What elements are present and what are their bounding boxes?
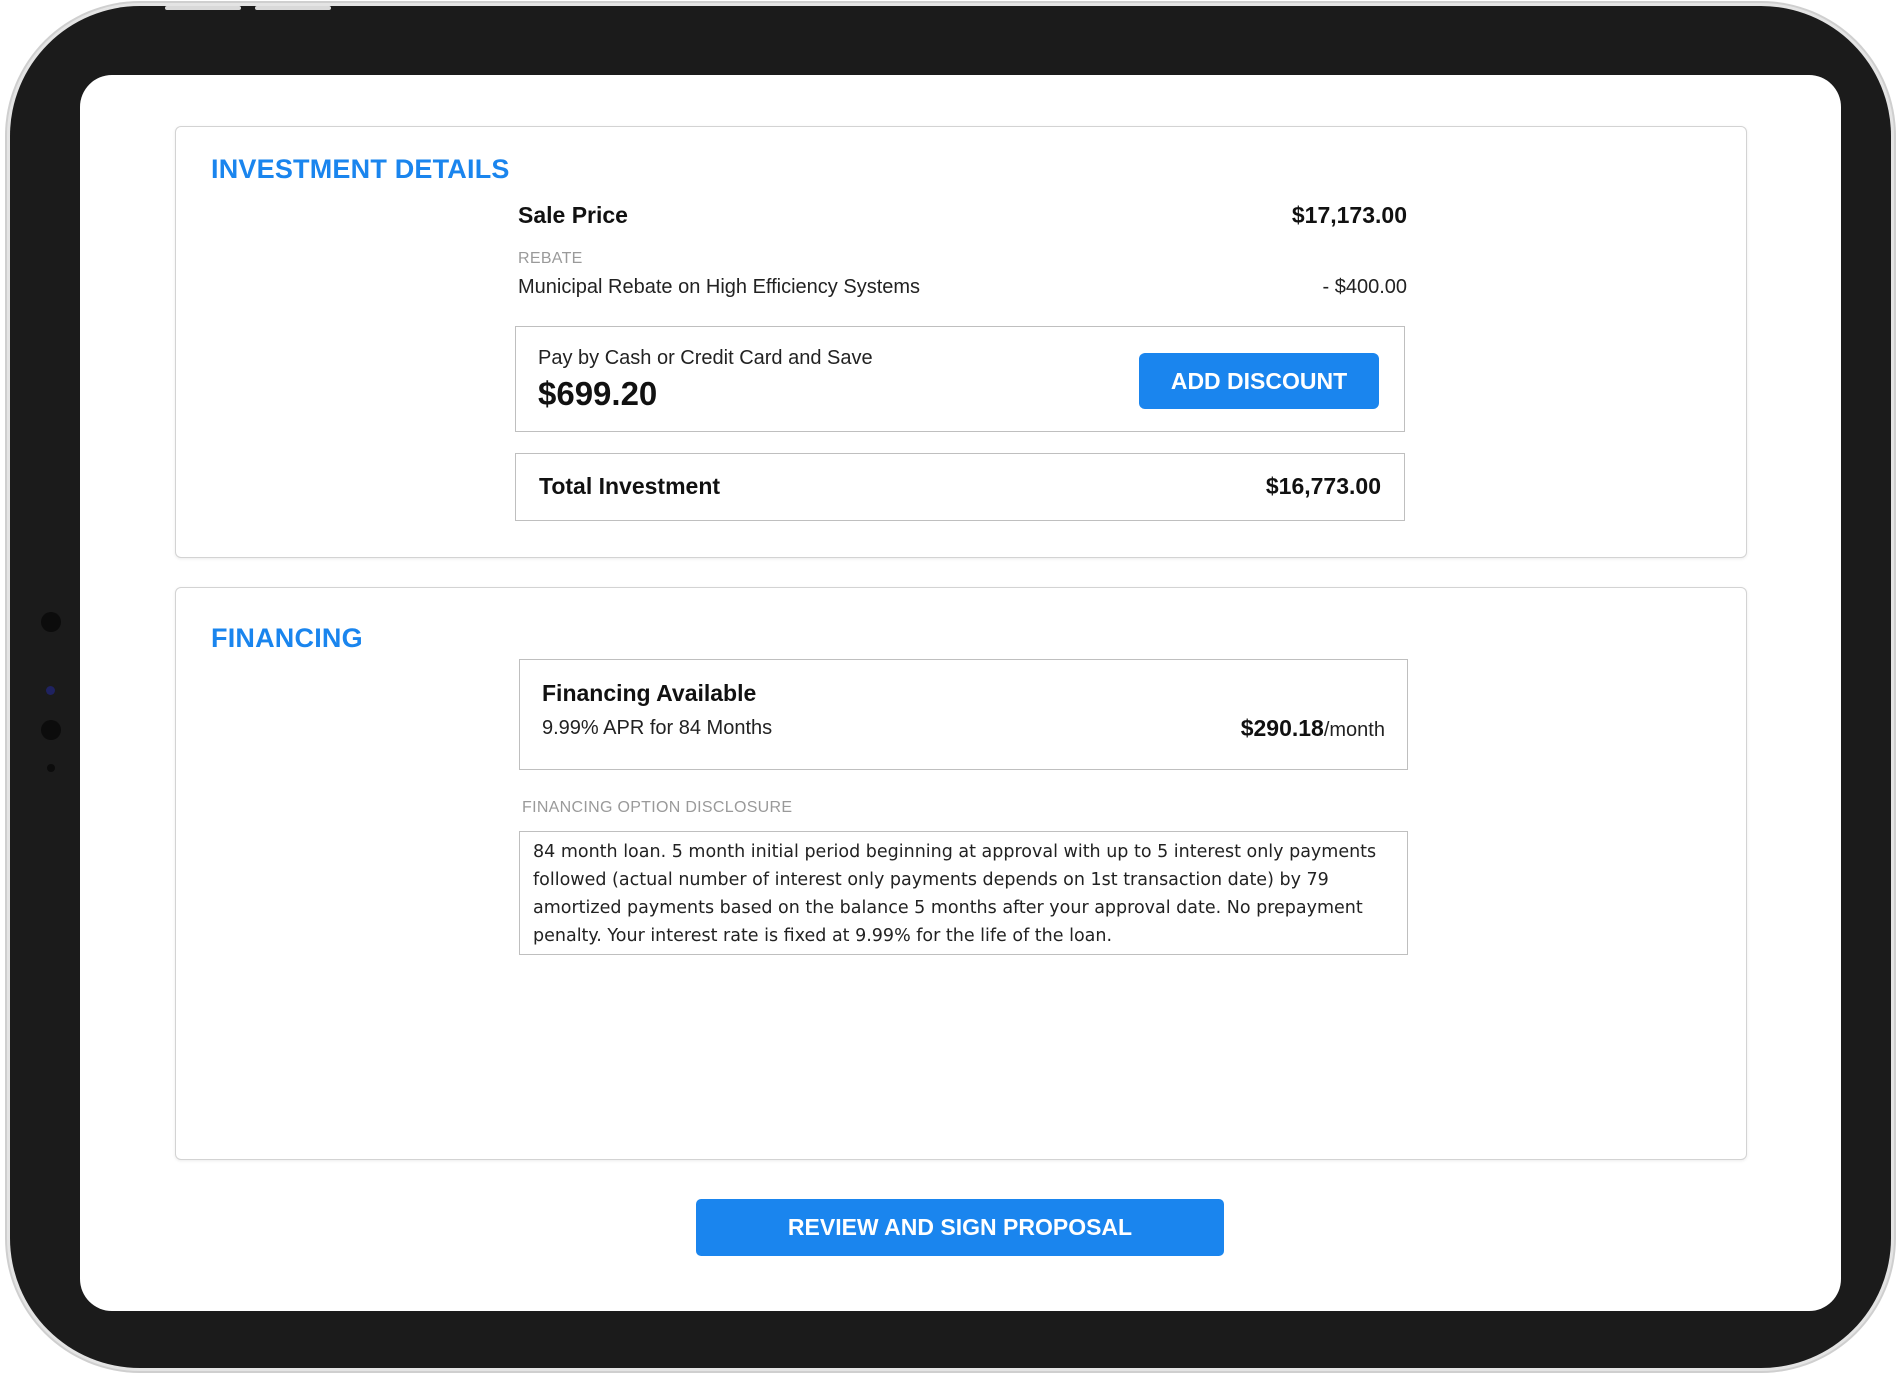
financing-option-title: Financing Available <box>542 680 757 706</box>
disclosure-box[interactable]: 84 month loan. 5 month initial period be… <box>519 831 1408 955</box>
investment-details-card: INVESTMENT DETAILS Sale Price $17,173.00… <box>175 126 1747 558</box>
camera-sensor-icon <box>46 686 55 695</box>
screen: INVESTMENT DETAILS Sale Price $17,173.00… <box>80 75 1841 1311</box>
total-investment-label: Total Investment <box>539 473 721 499</box>
monthly-payment-amount: $290.18 <box>1240 715 1324 741</box>
sale-price-label: Sale Price <box>518 202 628 228</box>
total-investment-value: $16,773.00 <box>1265 473 1381 499</box>
financing-option-terms: 9.99% APR for 84 Months <box>542 717 773 739</box>
cash-discount-label: Pay by Cash or Credit Card and Save <box>538 347 873 369</box>
tablet-frame: INVESTMENT DETAILS Sale Price $17,173.00… <box>10 6 1891 1368</box>
total-investment-box: Total Investment $16,773.00 <box>515 453 1405 521</box>
monthly-payment: $290.18/month <box>1241 715 1385 742</box>
disclosure-caption: FINANCING OPTION DISCLOSURE <box>522 799 793 816</box>
financing-card: FINANCING Financing Available 9.99% APR … <box>175 587 1747 1160</box>
investment-details-title: INVESTMENT DETAILS <box>211 154 510 184</box>
camera-lens-icon <box>41 612 61 632</box>
cash-discount-amount: $699.20 <box>538 375 658 412</box>
cash-discount-box: Pay by Cash or Credit Card and Save $699… <box>515 326 1405 432</box>
rebate-amount: - $400.00 <box>1322 276 1407 298</box>
financing-title: FINANCING <box>211 623 363 653</box>
disclosure-text: 84 month loan. 5 month initial period be… <box>533 842 1377 946</box>
volume-button <box>165 6 241 10</box>
microphone-icon <box>47 764 55 772</box>
add-discount-button[interactable]: ADD DISCOUNT <box>1139 353 1379 409</box>
rebate-name: Municipal Rebate on High Efficiency Syst… <box>518 276 921 298</box>
camera-lens-icon <box>41 720 61 740</box>
financing-option-box[interactable]: Financing Available 9.99% APR for 84 Mon… <box>519 659 1408 770</box>
review-and-sign-button[interactable]: REVIEW AND SIGN PROPOSAL <box>696 1199 1224 1256</box>
rebate-caption: REBATE <box>518 250 583 267</box>
power-button <box>255 6 331 10</box>
sale-price-value: $17,173.00 <box>1291 202 1407 228</box>
monthly-payment-unit: /month <box>1323 719 1385 741</box>
